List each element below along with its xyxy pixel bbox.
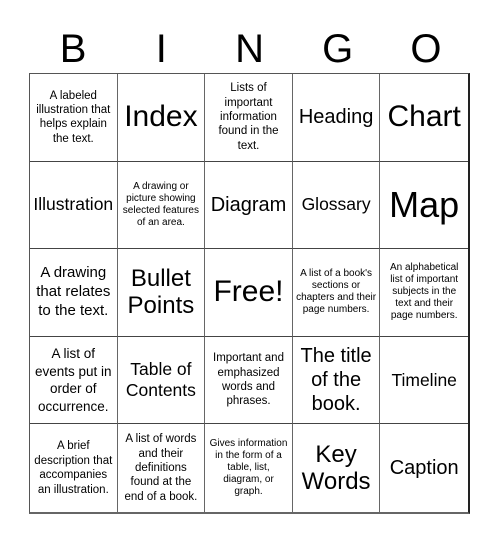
bingo-cell-r5c4[interactable]: Key Words	[293, 424, 381, 512]
bingo-cell-text: Lists of important information found in …	[218, 82, 279, 152]
bingo-cell-text: Index	[124, 100, 198, 134]
bingo-cell-text: Illustration	[33, 194, 114, 215]
bingo-cell-r2c1[interactable]: Illustration	[30, 161, 118, 250]
bingo-cell-text: Key Words	[301, 440, 371, 496]
bingo-cell-text: The title of the book.	[300, 345, 372, 416]
bingo-cell-r3c5[interactable]: An alphabetical list of important subjec…	[380, 249, 468, 337]
header-letter-g: G	[322, 27, 354, 71]
bingo-cell-text: Diagram	[210, 193, 287, 216]
bingo-cell-r5c5[interactable]: Caption	[380, 424, 468, 512]
bingo-cell-r2c2[interactable]: A drawing or picture showing selected fe…	[117, 161, 206, 250]
bingo-cell-r3c2[interactable]: Bullet Points	[117, 249, 206, 337]
bingo-header: B I N G O	[29, 26, 470, 73]
bingo-cell-r4c2[interactable]: Table of Contents	[117, 336, 206, 425]
bingo-cell-text: Table of Contents	[125, 359, 196, 401]
bingo-cell-r3c4[interactable]: A list of a book's sections or chapters …	[292, 249, 381, 337]
bingo-cell-r5c1[interactable]: A brief description that accompanies an …	[30, 424, 118, 512]
bingo-cell-r1c3[interactable]: Lists of important information found in …	[205, 74, 293, 162]
bingo-cell-r4c4[interactable]: The title of the book.	[292, 336, 381, 425]
bingo-cell-r3c1[interactable]: A drawing that relates to the text.	[30, 249, 118, 337]
bingo-cell-r1c5[interactable]: Chart	[380, 74, 468, 162]
bingo-cell-r5c3[interactable]: Gives information in the form of a table…	[205, 424, 293, 512]
bingo-cell-text: A drawing that relates to the text.	[36, 264, 111, 319]
bingo-cell-r2c5[interactable]: Map	[380, 162, 468, 250]
bingo-cell-text: Glossary	[301, 194, 371, 215]
bingo-cell-r1c1[interactable]: A labeled illustration that helps explai…	[30, 74, 118, 162]
bingo-cell-text: A drawing or picture showing selected fe…	[122, 180, 199, 228]
bingo-cell-r4c1[interactable]: A list of events put in order of occurre…	[30, 336, 118, 425]
bingo-cell-text: Free!	[213, 275, 284, 309]
bingo-cell-text: Chart	[387, 100, 461, 134]
header-letter-n: N	[235, 27, 264, 71]
bingo-cell-text: Important and emphasized words and phras…	[213, 352, 284, 408]
bingo-cell-r1c2[interactable]: Index	[117, 74, 206, 162]
bingo-cell-text: Gives information in the form of a table…	[209, 438, 288, 498]
bingo-cell-text: A list of words and their definitions fo…	[124, 433, 198, 503]
bingo-cell-r1c4[interactable]: Heading	[292, 74, 381, 162]
bingo-cell-text: Map	[389, 184, 460, 226]
bingo-cell-text: A list of a book's sections or chapters …	[296, 268, 377, 316]
bingo-cell-text: A labeled illustration that helps explai…	[36, 89, 111, 145]
bingo-cell-free[interactable]: Free!	[205, 249, 293, 337]
header-letter-i: I	[155, 27, 167, 71]
header-letter-b: B	[59, 27, 87, 71]
bingo-cell-text: An alphabetical list of important subjec…	[389, 262, 459, 322]
bingo-grid: A labeled illustration that helps explai…	[29, 73, 470, 514]
bingo-cell-r4c5[interactable]: Timeline	[380, 337, 468, 425]
bingo-cell-text: Bullet Points	[127, 264, 195, 320]
header-letter-o: O	[410, 27, 442, 71]
bingo-cell-text: A brief description that accompanies an …	[34, 440, 113, 496]
bingo-cell-text: Heading	[298, 106, 374, 129]
bingo-cell-r5c2[interactable]: A list of words and their definitions fo…	[118, 424, 206, 512]
bingo-cell-text: Timeline	[391, 369, 457, 390]
bingo-cell-r4c3[interactable]: Important and emphasized words and phras…	[205, 336, 293, 425]
bingo-cell-r2c3[interactable]: Diagram	[205, 161, 293, 250]
bingo-cell-text: Caption	[389, 457, 459, 480]
bingo-cell-r2c4[interactable]: Glossary	[292, 161, 381, 250]
bingo-cell-text: A list of events put in order of occurre…	[35, 346, 112, 414]
